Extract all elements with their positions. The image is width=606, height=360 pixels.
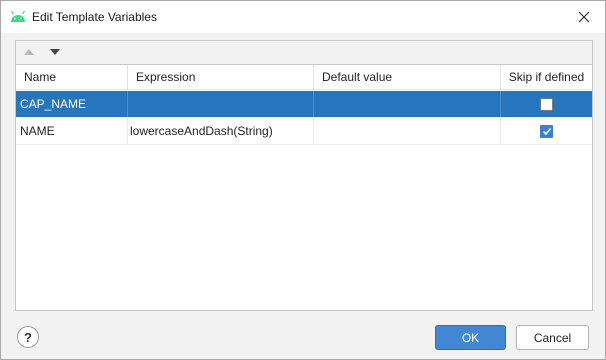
- cell-skip-if-defined: [501, 118, 592, 144]
- android-icon: [11, 10, 25, 22]
- close-icon: [578, 11, 590, 23]
- variables-table: Name Expression Default value Skip if de…: [15, 64, 593, 311]
- cell-expression[interactable]: lowercaseAndDash(String): [128, 118, 314, 144]
- table-row[interactable]: NAME lowercaseAndDash(String): [16, 118, 592, 145]
- close-button[interactable]: [573, 6, 595, 28]
- help-button[interactable]: ?: [17, 326, 39, 348]
- skip-if-defined-checkbox[interactable]: [540, 124, 553, 138]
- cancel-button[interactable]: Cancel: [516, 325, 589, 350]
- ok-button[interactable]: OK: [435, 325, 506, 350]
- checkmark-icon: [542, 127, 551, 135]
- cell-default-value[interactable]: [314, 91, 501, 117]
- dialog-title: Edit Template Variables: [32, 10, 157, 24]
- triangle-up-icon: [24, 49, 34, 55]
- column-header-skip-if-defined[interactable]: Skip if defined: [501, 65, 592, 89]
- move-down-button[interactable]: [46, 44, 64, 60]
- cell-name[interactable]: CAP_NAME: [16, 91, 128, 117]
- table-row[interactable]: CAP_NAME: [16, 91, 592, 117]
- cell-skip-if-defined: [501, 91, 592, 117]
- title-bar: Edit Template Variables: [1, 1, 605, 33]
- skip-if-defined-checkbox[interactable]: [540, 97, 553, 111]
- column-header-expression[interactable]: Expression: [128, 65, 314, 89]
- column-header-name[interactable]: Name: [16, 65, 128, 89]
- help-icon: ?: [24, 329, 32, 345]
- edit-template-variables-dialog: Edit Template Variables Name Expression …: [0, 0, 606, 360]
- cell-name[interactable]: NAME: [16, 118, 128, 144]
- table-header-row: Name Expression Default value Skip if de…: [16, 65, 592, 90]
- move-up-button[interactable]: [20, 44, 38, 60]
- column-header-default-value[interactable]: Default value: [314, 65, 501, 89]
- table-toolbar: [15, 40, 593, 64]
- cell-expression[interactable]: [128, 91, 314, 117]
- triangle-down-icon: [50, 49, 60, 55]
- cell-default-value[interactable]: [314, 118, 501, 144]
